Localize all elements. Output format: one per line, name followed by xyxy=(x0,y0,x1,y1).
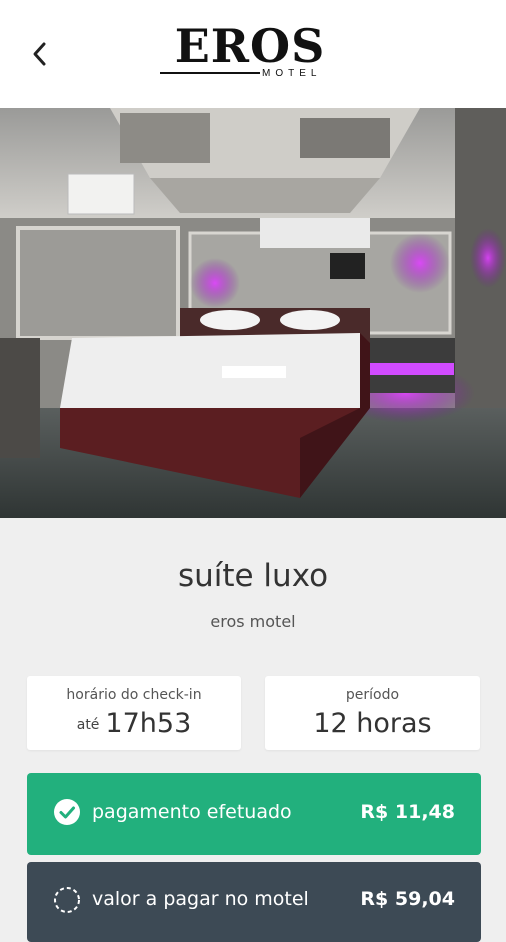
checkin-time: 17h53 xyxy=(105,708,192,739)
payment-status-bar: pagamento efetuado R$ 11,48 xyxy=(27,773,481,855)
payment-label: pagamento efetuado xyxy=(92,801,292,823)
logo-subtext: MOTEL xyxy=(262,68,322,79)
checkin-label: horário do check-in xyxy=(66,687,202,703)
chevron-left-icon xyxy=(33,42,46,66)
due-amount: R$ 59,04 xyxy=(360,888,455,910)
payment-amount: R$ 11,48 xyxy=(360,801,455,823)
back-button[interactable] xyxy=(22,36,58,72)
due-label: valor a pagar no motel xyxy=(92,888,309,910)
motel-name: eros motel xyxy=(210,612,296,631)
room-photo xyxy=(0,108,506,518)
checkin-value: até 17h53 xyxy=(27,708,241,739)
top-bar: EROS MOTEL xyxy=(0,0,506,108)
motel-logo: EROS MOTEL xyxy=(150,22,360,86)
checkin-card: horário do check-in até 17h53 xyxy=(27,676,241,750)
checkin-prefix: até xyxy=(76,716,100,733)
check-circle-icon xyxy=(54,799,80,825)
logo-underline xyxy=(160,72,260,74)
period-label: período xyxy=(345,687,400,703)
due-at-motel-bar: valor a pagar no motel R$ 59,04 xyxy=(27,862,481,942)
period-card: período 12 horas xyxy=(265,676,480,750)
room-name: suíte luxo xyxy=(177,558,329,594)
period-value: 12 horas xyxy=(313,708,432,739)
dashed-circle-icon xyxy=(54,887,80,913)
logo-word: EROS xyxy=(174,19,326,73)
